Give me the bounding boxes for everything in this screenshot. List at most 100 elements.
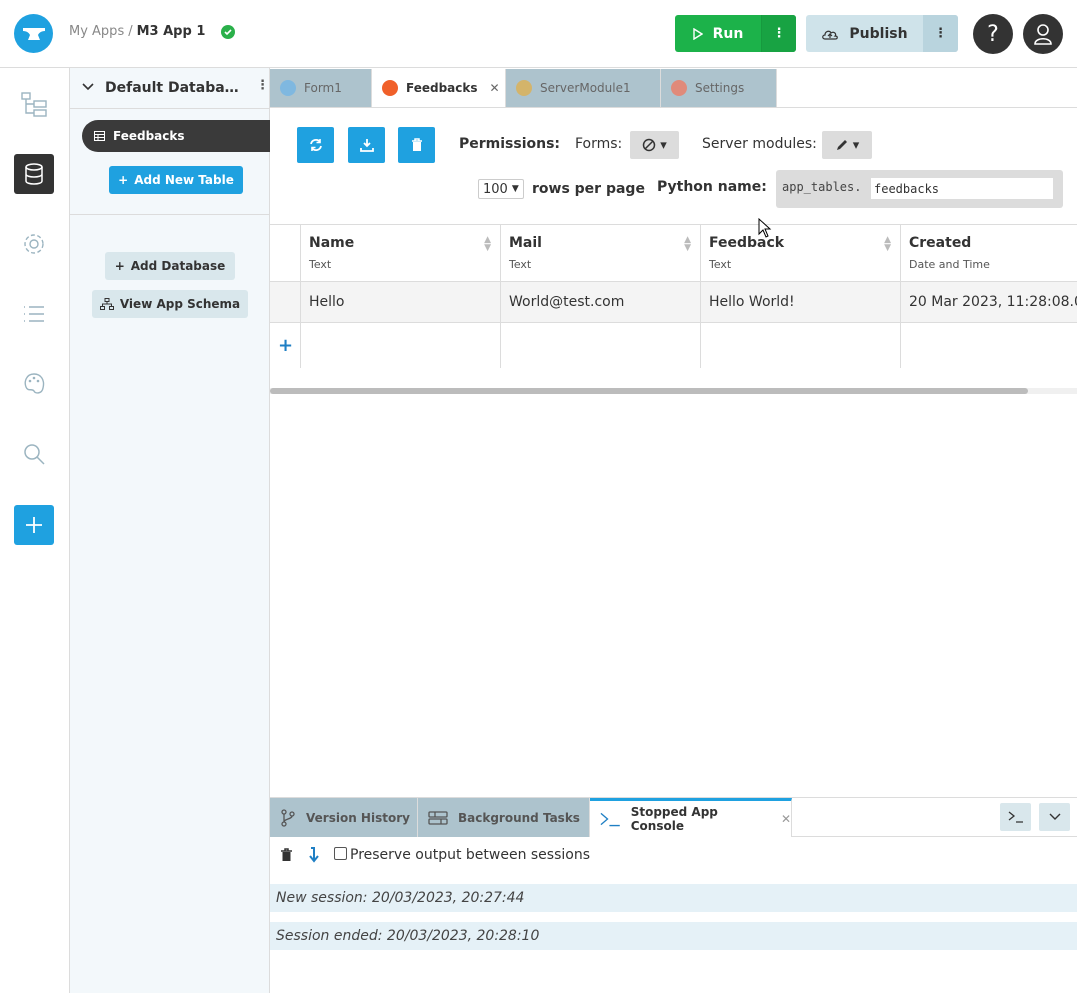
search-icon[interactable]: [14, 434, 54, 474]
chevron-down-icon: [1049, 813, 1060, 820]
tab-version-history[interactable]: Version History: [270, 798, 418, 837]
help-button[interactable]: ?: [973, 14, 1013, 54]
new-row-cell[interactable]: [501, 323, 701, 368]
top-bar: My Apps / M3 App 1 Run ⋮ Publish ⋮ ?: [0, 0, 1077, 68]
publish-label: Publish: [849, 25, 908, 42]
sort-icon[interactable]: ▲ ▼: [484, 236, 491, 253]
settings-icon[interactable]: [14, 224, 54, 264]
database-icon[interactable]: [14, 154, 54, 194]
column-header[interactable]: Feedback Text ▲ ▼: [701, 225, 901, 282]
python-name-prefix: app_tables.: [782, 180, 862, 194]
server-modules-label: Server modules:: [702, 136, 817, 152]
refresh-button[interactable]: [297, 127, 334, 163]
pencil-icon: [836, 140, 847, 150]
column-created: Created Date and Time 20 Mar 2023, 11:28…: [900, 225, 1077, 368]
column-header[interactable]: Name Text ▲ ▼: [301, 225, 501, 282]
column-name: Name Text ▲ ▼ Hello: [300, 225, 501, 368]
horizontal-scrollbar[interactable]: [270, 388, 1077, 394]
database-title[interactable]: Default Database…: [105, 80, 245, 96]
table-cell[interactable]: Hello World!: [701, 282, 901, 323]
chevron-down-icon[interactable]: [82, 80, 94, 96]
add-new-table-label: Add New Table: [134, 173, 234, 187]
run-button[interactable]: Run: [675, 15, 761, 52]
new-row-cell[interactable]: [701, 323, 901, 368]
terminal-button[interactable]: [1000, 803, 1031, 831]
publish-more-button[interactable]: ⋮: [923, 15, 958, 52]
data-table: Name Text ▲ ▼ Hello Mail Text ▲ ▼ World@te…: [270, 224, 1077, 368]
permissions-label: Permissions:: [459, 136, 561, 152]
trash-icon[interactable]: [280, 848, 293, 866]
tab-stopped-app-console[interactable]: Stopped App Console ✕: [590, 798, 792, 837]
app-structure-icon[interactable]: [14, 84, 54, 124]
add-new-table-button[interactable]: + Add New Table: [109, 166, 243, 194]
rows-per-page-select[interactable]: 100 ▼: [478, 179, 524, 199]
column-header-name: Mail: [509, 235, 542, 251]
column-header[interactable]: Created Date and Time: [901, 225, 1077, 282]
breadcrumb-my-apps[interactable]: My Apps: [69, 24, 124, 39]
python-name-input[interactable]: [871, 178, 1053, 199]
table-cell[interactable]: 20 Mar 2023, 11:28:08.000: [901, 282, 1077, 323]
view-app-schema-button[interactable]: View App Schema: [92, 290, 248, 318]
app-name[interactable]: M3 App 1: [137, 24, 206, 39]
user-icon: [1034, 24, 1052, 45]
table-item-feedbacks[interactable]: Feedbacks: [82, 120, 270, 152]
run-more-button[interactable]: ⋮: [761, 15, 796, 52]
add-database-button[interactable]: + Add Database: [105, 252, 235, 280]
list-icon[interactable]: [14, 294, 54, 334]
add-icon[interactable]: [14, 505, 54, 545]
new-row-cell[interactable]: [301, 323, 501, 368]
terminal-icon: [600, 812, 620, 827]
chevron-down-icon: ▼: [511, 184, 519, 194]
column-header[interactable]: Mail Text ▲ ▼: [501, 225, 701, 282]
status-ok-icon: [221, 24, 236, 39]
tab-background-tasks[interactable]: Background Tasks: [418, 798, 590, 837]
tab-form1[interactable]: Form1: [270, 69, 372, 107]
run-label: Run: [712, 25, 744, 42]
divider: [70, 108, 270, 109]
database-menu-button[interactable]: ⋮: [256, 78, 269, 93]
table-cell[interactable]: Hello: [301, 282, 501, 323]
close-icon[interactable]: ✕: [490, 81, 500, 95]
sort-icon[interactable]: ▲ ▼: [884, 236, 891, 253]
view-app-schema-label: View App Schema: [119, 297, 241, 311]
rows-per-page-label: rows per page: [532, 181, 645, 197]
table-cell[interactable]: World@test.com: [501, 282, 701, 323]
left-rail: [0, 68, 70, 993]
account-button[interactable]: [1023, 14, 1063, 54]
column-feedback: Feedback Text ▲ ▼ Hello World!: [700, 225, 901, 368]
run-button-group: Run ⋮: [675, 15, 796, 52]
new-row-cell[interactable]: [901, 323, 1077, 368]
scrollbar-thumb[interactable]: [270, 388, 1028, 394]
palette-icon[interactable]: [14, 364, 54, 404]
anvil-logo-icon[interactable]: [14, 14, 53, 53]
scroll-to-bottom-icon[interactable]: [308, 847, 320, 867]
help-icon: ?: [987, 21, 999, 47]
console-toolbar: Preserve output between sessions: [270, 838, 1077, 874]
close-icon[interactable]: ✕: [781, 812, 791, 826]
download-button[interactable]: [348, 127, 385, 163]
database-panel: Default Database… ⋮ Feedbacks + Add New …: [70, 68, 270, 993]
schema-icon: [99, 298, 114, 310]
column-header-type: Text: [509, 258, 532, 271]
tab-label: ServerModule1: [540, 81, 631, 95]
tab-settings[interactable]: Settings: [661, 69, 777, 107]
server-modules-permission-dropdown[interactable]: ▾: [822, 131, 872, 159]
publish-button[interactable]: Publish: [806, 15, 923, 52]
collapse-panel-button[interactable]: [1039, 803, 1070, 831]
git-branch-icon: [281, 808, 295, 827]
column-header-type: Text: [709, 258, 732, 271]
console-line: New session: 20/03/2023, 20:27:44: [270, 884, 1077, 912]
delete-table-button[interactable]: [398, 127, 435, 163]
tab-servermodule1[interactable]: ServerModule1: [506, 69, 661, 107]
preserve-output-checkbox[interactable]: [334, 847, 347, 860]
add-row-button[interactable]: +: [278, 335, 293, 356]
table-item-label: Feedbacks: [113, 129, 185, 143]
terminal-icon: [1008, 811, 1023, 823]
forms-permission-dropdown[interactable]: ▾: [630, 131, 679, 159]
editor-tabs: Form1 Feedbacks ✕ ServerModule1 Settings: [270, 68, 1077, 108]
tab-feedbacks[interactable]: Feedbacks ✕: [372, 69, 506, 107]
sort-icon[interactable]: ▲ ▼: [684, 236, 691, 253]
tasks-icon: [428, 810, 448, 825]
add-database-label: Add Database: [130, 259, 226, 273]
cell-text: Hello World!: [709, 294, 795, 310]
